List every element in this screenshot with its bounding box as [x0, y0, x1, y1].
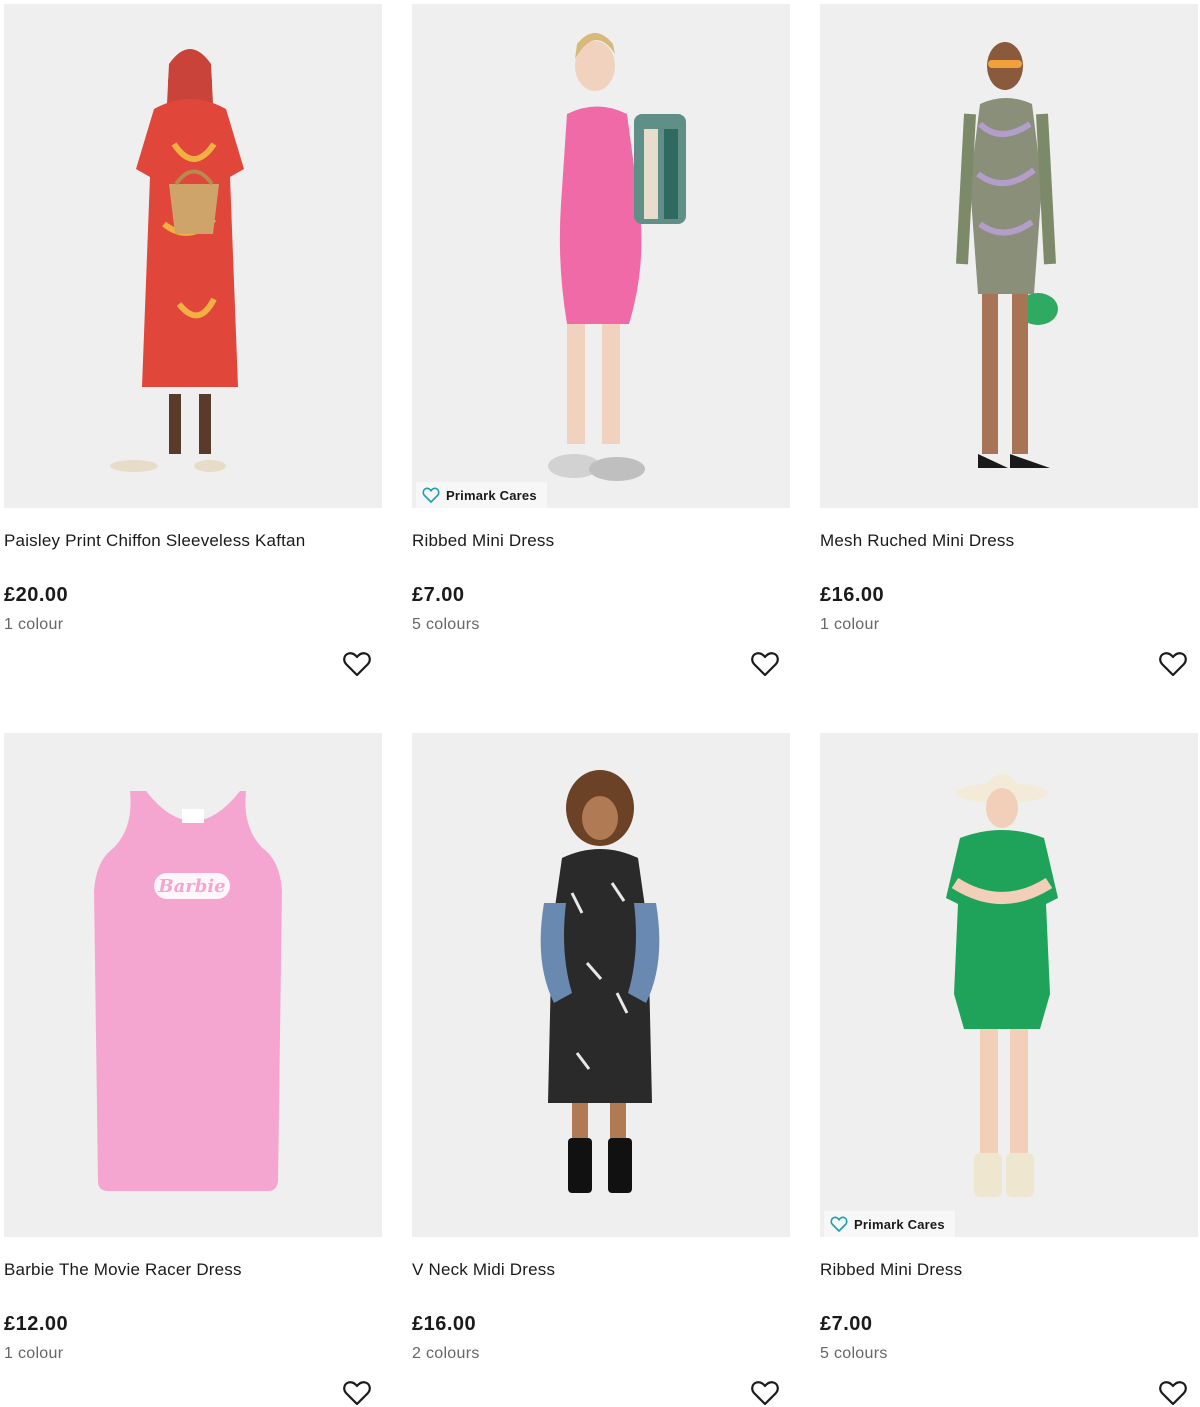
barbie-print-text: Barbie — [157, 876, 225, 897]
wishlist-heart-button[interactable] — [1158, 649, 1188, 679]
model-photo — [956, 42, 1058, 468]
model-photo — [548, 33, 686, 481]
product-price: £16.00 — [820, 584, 885, 606]
badge-label: Primark Cares — [854, 1216, 945, 1232]
product-grid: Paisley Print Chiffon Sleeveless Kaftan … — [0, 0, 1200, 1407]
product-image[interactable] — [820, 4, 1198, 508]
badge-label: Primark Cares — [446, 487, 537, 503]
heart-outline-icon — [830, 1216, 848, 1233]
primark-cares-badge: Primark Cares — [824, 1211, 955, 1237]
product-title[interactable]: Barbie The Movie Racer Dress — [4, 1260, 242, 1280]
heart-icon — [1159, 1381, 1187, 1406]
heart-outline-icon — [422, 487, 440, 504]
product-card[interactable]: Primark Cares Ribbed Mini Dress £7.00 5 … — [412, 4, 790, 677]
product-card[interactable]: V Neck Midi Dress £16.00 2 colours — [412, 733, 790, 1406]
product-card[interactable]: Paisley Print Chiffon Sleeveless Kaftan … — [4, 4, 382, 677]
product-price: £12.00 — [4, 1313, 69, 1335]
wishlist-heart-button[interactable] — [342, 649, 372, 679]
heart-icon — [751, 1381, 779, 1406]
wishlist-heart-button[interactable] — [750, 1378, 780, 1407]
product-price: £7.00 — [820, 1313, 873, 1335]
heart-icon — [343, 652, 371, 677]
heart-icon — [1159, 652, 1187, 677]
product-card[interactable]: Mesh Ruched Mini Dress £16.00 1 colour — [820, 4, 1198, 677]
model-photo — [540, 770, 660, 1193]
product-colours: 5 colours — [412, 616, 480, 633]
product-price: £16.00 — [412, 1313, 477, 1335]
product-title[interactable]: V Neck Midi Dress — [412, 1260, 555, 1280]
primark-cares-badge: Primark Cares — [416, 482, 547, 508]
product-card[interactable]: Primark Cares Ribbed Mini Dress £7.00 5 … — [820, 733, 1198, 1406]
heart-icon — [751, 652, 779, 677]
product-title[interactable]: Ribbed Mini Dress — [820, 1260, 962, 1280]
product-image[interactable]: Primark Cares — [820, 733, 1198, 1237]
product-card[interactable]: Barbie Barbie The Movie Racer Dress £12.… — [4, 733, 382, 1406]
product-title[interactable]: Ribbed Mini Dress — [412, 531, 554, 551]
product-flatlay-photo: Barbie — [94, 791, 282, 1191]
product-price: £20.00 — [4, 584, 69, 606]
wishlist-heart-button[interactable] — [1158, 1378, 1188, 1407]
product-image[interactable] — [412, 733, 790, 1237]
product-image[interactable]: Barbie — [4, 733, 382, 1237]
product-image[interactable] — [4, 4, 382, 508]
model-photo — [946, 774, 1058, 1197]
product-colours: 1 colour — [820, 616, 880, 633]
product-title[interactable]: Mesh Ruched Mini Dress — [820, 531, 1014, 551]
product-price: £7.00 — [412, 584, 465, 606]
product-colours: 5 colours — [820, 1345, 888, 1362]
wishlist-heart-button[interactable] — [342, 1378, 372, 1407]
product-colours: 1 colour — [4, 1345, 64, 1362]
product-colours: 1 colour — [4, 616, 64, 633]
wishlist-heart-button[interactable] — [750, 649, 780, 679]
product-colours: 2 colours — [412, 1345, 480, 1362]
product-image[interactable]: Primark Cares — [412, 4, 790, 508]
model-photo — [110, 49, 244, 472]
heart-icon — [343, 1381, 371, 1406]
product-title[interactable]: Paisley Print Chiffon Sleeveless Kaftan — [4, 531, 305, 551]
